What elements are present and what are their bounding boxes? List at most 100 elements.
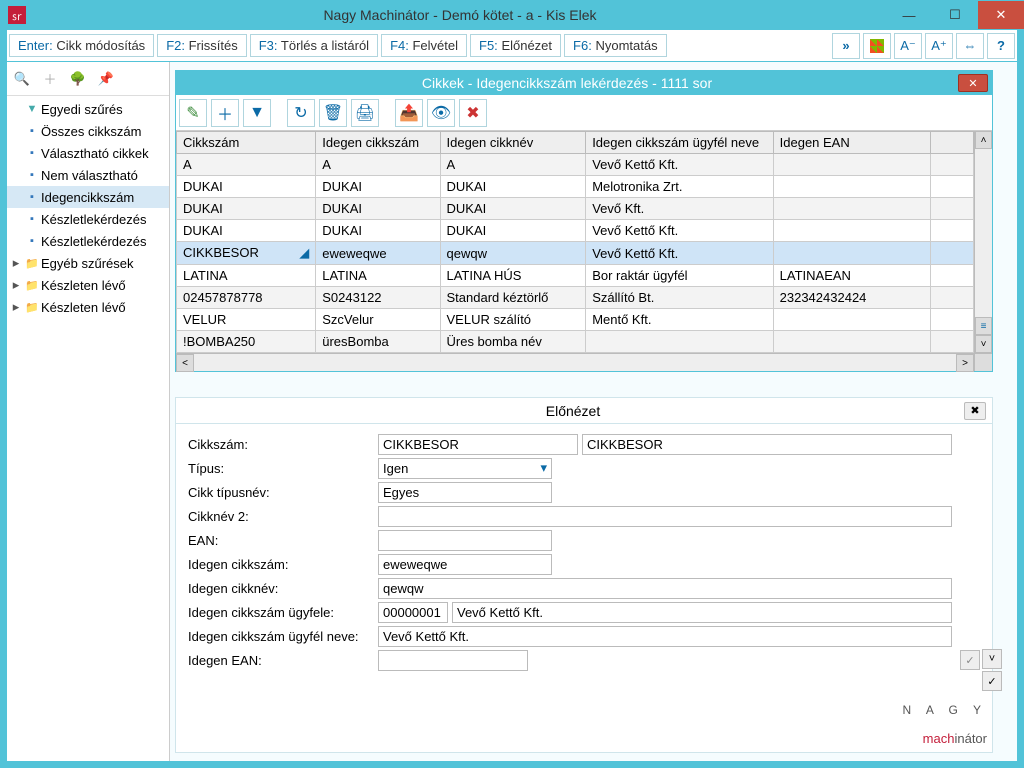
more-icon[interactable]: » bbox=[832, 33, 860, 59]
sidebar-item-7[interactable]: ▸📁Egyéb szűrések bbox=[7, 252, 169, 274]
sidebar-item-label: Nem választható bbox=[41, 168, 138, 183]
tipus-select[interactable]: Igen▾ bbox=[378, 458, 552, 479]
add-icon[interactable]: ＋ bbox=[211, 99, 239, 127]
clear-icon[interactable]: ✖ bbox=[459, 99, 487, 127]
titlebar: ㏛ Nagy Machinátor - Demó kötet - a - Kis… bbox=[0, 0, 1024, 30]
vertical-scrollbar[interactable]: ˄ ≡ ˅ bbox=[974, 131, 992, 353]
column-header[interactable]: Idegen EAN bbox=[773, 132, 930, 154]
font-increase-icon[interactable]: A⁺ bbox=[925, 33, 953, 59]
cikkszam-input[interactable] bbox=[378, 434, 578, 455]
table-row[interactable]: !BOMBA250üresBombaÜres bomba név bbox=[177, 331, 974, 353]
idean-label: Idegen EAN: bbox=[188, 653, 378, 668]
idugyfel-label: Idegen cikkszám ügyfele: bbox=[188, 605, 378, 620]
table-row[interactable]: VELURSzcVelurVELUR szálítóMentő Kft. bbox=[177, 309, 974, 331]
preview-title: Előnézet bbox=[182, 403, 964, 419]
sidebar-item-2[interactable]: ▪Választható cikkek bbox=[7, 142, 169, 164]
f6-print-button[interactable]: F6: Nyomtatás bbox=[564, 34, 667, 57]
table-cell: LATINAEAN bbox=[773, 265, 930, 287]
swap-icon[interactable]: ⇔ bbox=[956, 33, 984, 59]
idean-input[interactable] bbox=[378, 650, 528, 671]
horizontal-scrollbar[interactable]: ˂ ˃ bbox=[176, 353, 992, 371]
table-row[interactable]: 02457878778S0243122Standard kéztörlőSzál… bbox=[177, 287, 974, 309]
delete-icon[interactable]: 🗑 bbox=[319, 99, 347, 127]
node-icon: 📁 bbox=[23, 257, 41, 270]
table-row[interactable]: DUKAIDUKAIDUKAIVevő Kft. bbox=[177, 198, 974, 220]
scroll-down-icon[interactable]: ˅ bbox=[975, 335, 992, 353]
idcnev-input[interactable] bbox=[378, 578, 952, 599]
subwindow-close-button[interactable]: ✕ bbox=[958, 74, 988, 92]
add-filter-icon[interactable]: ＋ bbox=[37, 66, 63, 92]
table-cell bbox=[773, 242, 930, 265]
table-cell: Mentő Kft. bbox=[586, 309, 773, 331]
idugyfelneve-input[interactable] bbox=[378, 626, 952, 647]
sort-icon: ◢ bbox=[299, 245, 309, 261]
scroll-up-icon[interactable]: ˄ bbox=[975, 131, 992, 149]
column-header[interactable] bbox=[931, 132, 974, 154]
idugyfel-name-input[interactable] bbox=[452, 602, 952, 623]
tree-icon[interactable]: 🌳 bbox=[65, 66, 91, 92]
column-header[interactable]: Idegen cikknév bbox=[440, 132, 586, 154]
table-row[interactable]: CIKKBESOR ◢eweweqweqewqwVevő Kettő Kft. bbox=[177, 242, 974, 265]
sidebar-item-4[interactable]: ▪Idegencikkszám bbox=[7, 186, 169, 208]
sidebar-item-3[interactable]: ▪Nem választható bbox=[7, 164, 169, 186]
enter-modify-button[interactable]: Enter: Cikk módosítás bbox=[9, 34, 154, 57]
filter-icon[interactable]: ▼ bbox=[243, 99, 271, 127]
confirm-icon[interactable]: ✓ bbox=[960, 650, 980, 670]
f3-delete-button[interactable]: F3: Törlés a listáról bbox=[250, 34, 378, 57]
cikkszam-label: Cikkszám: bbox=[188, 437, 378, 452]
view-icon[interactable]: 👁 bbox=[427, 99, 455, 127]
cikknev2-input[interactable] bbox=[378, 506, 952, 527]
table-row[interactable]: DUKAIDUKAIDUKAIVevő Kettő Kft. bbox=[177, 220, 974, 242]
nav-down-icon[interactable]: ˅ bbox=[982, 649, 1002, 669]
preview-close-button[interactable]: ✖ bbox=[964, 402, 986, 420]
table-cell bbox=[931, 331, 974, 353]
table-row[interactable]: DUKAIDUKAIDUKAIMelotronika Zrt. bbox=[177, 176, 974, 198]
scroll-left-icon[interactable]: ˂ bbox=[176, 354, 194, 372]
column-header[interactable]: Cikkszám bbox=[177, 132, 316, 154]
f5-preview-button[interactable]: F5: Előnézet bbox=[470, 34, 561, 57]
f4-add-button[interactable]: F4: Felvétel bbox=[381, 34, 467, 57]
chevron-down-icon: ▾ bbox=[540, 460, 547, 476]
help-icon[interactable]: ? bbox=[987, 33, 1015, 59]
close-button[interactable]: ✕ bbox=[978, 1, 1024, 29]
edit-icon[interactable]: ✎ bbox=[179, 99, 207, 127]
table-cell bbox=[773, 154, 930, 176]
data-grid[interactable]: CikkszámIdegen cikkszámIdegen cikknévIde… bbox=[176, 131, 974, 353]
sidebar-item-6[interactable]: ▪Készletlekérdezés bbox=[7, 230, 169, 252]
minimize-button[interactable]: — bbox=[886, 1, 932, 29]
table-row[interactable]: AAAVevő Kettő Kft. bbox=[177, 154, 974, 176]
ean-input[interactable] bbox=[378, 530, 552, 551]
subwindow-title: Cikkek - Idegencikkszám lekérdezés - 111… bbox=[176, 75, 958, 91]
sidebar-item-0[interactable]: ▼Egyedi szűrés bbox=[7, 98, 169, 120]
export-icon[interactable]: 📤 bbox=[395, 99, 423, 127]
sidebar-item-label: Összes cikkszám bbox=[41, 124, 141, 139]
f2-refresh-button[interactable]: F2: Frissítés bbox=[157, 34, 247, 57]
refresh-icon[interactable]: ↻ bbox=[287, 99, 315, 127]
sidebar-item-9[interactable]: ▸📁Készleten lévő bbox=[7, 296, 169, 318]
cikkszam-name-input[interactable] bbox=[582, 434, 952, 455]
maximize-button[interactable]: ☐ bbox=[932, 1, 978, 29]
resize-grip-icon[interactable] bbox=[974, 354, 992, 371]
print-icon[interactable]: 🖨 bbox=[351, 99, 379, 127]
pin-icon[interactable]: 📌 bbox=[93, 66, 119, 92]
sidebar-item-5[interactable]: ▪Készletlekérdezés bbox=[7, 208, 169, 230]
table-cell bbox=[931, 242, 974, 265]
sidebar-item-1[interactable]: ▪Összes cikkszám bbox=[7, 120, 169, 142]
idcsz-input[interactable] bbox=[378, 554, 552, 575]
table-row[interactable]: LATINALATINALATINA HÚSBor raktár ügyfélL… bbox=[177, 265, 974, 287]
node-icon: 📁 bbox=[23, 279, 41, 292]
sidebar-item-label: Idegencikkszám bbox=[41, 190, 134, 205]
tipusnev-input[interactable] bbox=[378, 482, 552, 503]
search-icon[interactable]: 🔍 bbox=[9, 66, 35, 92]
windows-icon[interactable] bbox=[863, 33, 891, 59]
table-cell: A bbox=[440, 154, 586, 176]
column-header[interactable]: Idegen cikkszám ügyfél neve bbox=[586, 132, 773, 154]
font-decrease-icon[interactable]: A⁻ bbox=[894, 33, 922, 59]
table-cell bbox=[931, 176, 974, 198]
scroll-right-icon[interactable]: ˃ bbox=[956, 354, 974, 372]
column-header[interactable]: Idegen cikkszám bbox=[316, 132, 440, 154]
nav-check-icon[interactable]: ✓ bbox=[982, 671, 1002, 691]
idugyfel-code-input[interactable] bbox=[378, 602, 448, 623]
scroll-list-icon[interactable]: ≡ bbox=[975, 317, 992, 335]
sidebar-item-8[interactable]: ▸📁Készleten lévő bbox=[7, 274, 169, 296]
